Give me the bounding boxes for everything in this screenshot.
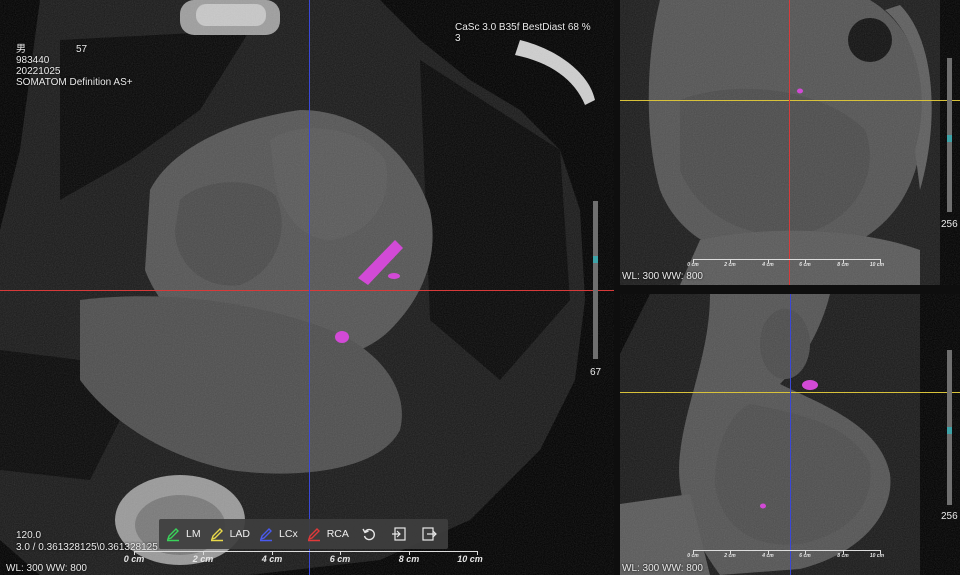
import-button[interactable] — [387, 519, 411, 549]
ruler-label: 4 cm — [762, 262, 774, 268]
ruler-label: 0 cm — [687, 262, 699, 268]
ruler-label: 0 cm — [123, 554, 145, 564]
coronal-viewport[interactable]: 256 0 cm 2 cm 4 cm 6 cm 8 cm 10 cm WL: 3… — [620, 294, 960, 575]
window-level: WL: 300 WW: 800 — [6, 563, 87, 574]
ruler-label: 6 cm — [799, 262, 811, 268]
ruler-label: 8 cm — [837, 262, 849, 268]
import-icon — [391, 527, 406, 541]
pencil-icon — [210, 528, 223, 542]
ruler-label: 4 cm — [261, 554, 283, 564]
window-level: WL: 300 WW: 800 — [622, 563, 703, 574]
series-description: CaSc 3.0 B35f BestDiast 68 % — [455, 22, 591, 33]
scale-ruler: 0 cm 2 cm 4 cm 6 cm 8 cm 10 cm — [687, 259, 885, 269]
ruler-label: 10 cm — [869, 553, 885, 559]
kv-value: 120.0 — [16, 530, 42, 541]
pencil-icon — [307, 528, 320, 542]
crosshair-horizontal[interactable] — [0, 290, 614, 291]
ruler-label: 2 cm — [192, 554, 214, 564]
slice-number: 256 — [941, 219, 958, 230]
pencil-icon — [259, 528, 273, 542]
ruler-label: 10 cm — [457, 554, 483, 564]
ruler-label: 2 cm — [724, 262, 736, 268]
crosshair-vertical[interactable] — [309, 0, 310, 575]
lcx-button[interactable]: LCx — [258, 519, 298, 549]
slice-slider-thumb[interactable] — [947, 135, 952, 142]
lm-button[interactable]: LM — [165, 519, 201, 549]
lcx-label: LCx — [279, 528, 298, 540]
slice-slider-thumb[interactable] — [593, 256, 598, 263]
sagittal-ct-image — [620, 0, 960, 285]
study-date: 20221025 — [16, 66, 61, 77]
reset-button[interactable] — [357, 519, 381, 549]
crosshair-horizontal[interactable] — [620, 100, 960, 101]
patient-id: 983440 — [16, 55, 50, 66]
lad-button[interactable]: LAD — [209, 519, 250, 549]
export-icon — [422, 527, 437, 541]
sagittal-viewport[interactable]: 256 0 cm 2 cm 4 cm 6 cm 8 cm 10 cm WL: 3… — [620, 0, 960, 285]
ruler-label: 8 cm — [398, 554, 420, 564]
crosshair-vertical[interactable] — [789, 0, 790, 285]
ruler-label: 6 cm — [799, 553, 811, 559]
ruler-label: 8 cm — [837, 553, 849, 559]
lm-label: LM — [186, 528, 201, 540]
window-level: WL: 300 WW: 800 — [622, 271, 703, 282]
axial-viewport[interactable]: 男 57 983440 20221025 SOMATOM Definition … — [0, 0, 614, 575]
slice-number: 256 — [941, 511, 958, 522]
ruler-label: 10 cm — [869, 262, 885, 268]
slice-number: 67 — [590, 367, 602, 378]
export-button[interactable] — [417, 519, 441, 549]
crosshair-vertical[interactable] — [790, 294, 791, 575]
ruler-label: 0 cm — [687, 553, 699, 559]
artery-toolbar: LM LAD LCx RCA — [159, 519, 448, 549]
scale-ruler: 0 cm 2 cm 4 cm 6 cm 8 cm 10 cm — [124, 551, 483, 564]
scale-ruler: 0 cm 2 cm 4 cm 6 cm 8 cm 10 cm — [687, 550, 885, 560]
ruler-label: 2 cm — [724, 553, 736, 559]
lad-label: LAD — [229, 528, 251, 540]
ruler-label: 6 cm — [329, 554, 351, 564]
series-number: 3 — [455, 33, 461, 44]
rca-button[interactable]: RCA — [306, 519, 349, 549]
scanner-model: SOMATOM Definition AS+ — [16, 77, 133, 88]
rca-label: RCA — [326, 528, 349, 540]
undo-icon — [362, 528, 375, 541]
slice-slider[interactable] — [593, 201, 598, 359]
ruler-label: 4 cm — [762, 553, 774, 559]
pencil-icon — [166, 528, 179, 542]
viewport-divider-horizontal[interactable] — [620, 285, 960, 294]
slice-slider-thumb[interactable] — [947, 427, 952, 434]
patient-age: 57 — [76, 44, 88, 55]
patient-sex: 男 — [16, 44, 26, 55]
